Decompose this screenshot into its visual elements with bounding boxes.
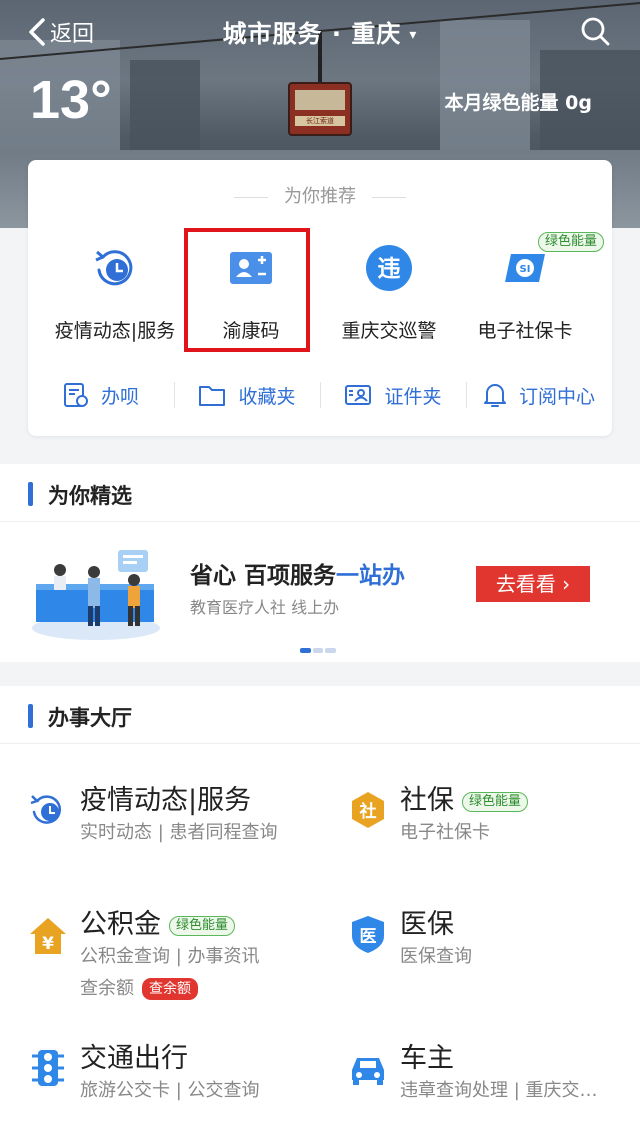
car-icon: [352, 1058, 384, 1085]
service-hall: 疫情动态|服务 实时动态 | 患者同程查询 社 社保 绿色能量 电子社保卡 ¥ 公…: [0, 744, 640, 1126]
tool-label: 办呗: [100, 385, 139, 408]
service-subtitle: 违章查询处理 | 重庆交…: [400, 1080, 598, 1101]
section-hall-header: 办事大厅: [0, 686, 640, 744]
service-subtitle: 公积金查询 | 办事资讯: [80, 946, 260, 967]
recommend-tile-epidemic[interactable]: 疫情动态|服务: [42, 238, 188, 348]
service-subtitle: 实时动态 | 患者同程查询: [80, 822, 278, 843]
carousel-indicator: [300, 648, 337, 653]
tool-label: 收藏夹: [238, 385, 296, 408]
tool-id-folder[interactable]: 证件夹: [320, 374, 466, 416]
go-see-button[interactable]: 去看看 ›: [476, 566, 590, 602]
service-subtitle: 电子社保卡: [400, 822, 490, 843]
service-shebao[interactable]: 社 社保 绿色能量 电子社保卡: [348, 778, 640, 858]
service-housing-fund[interactable]: ¥ 公积金 绿色能量 公积金查询 | 办事资讯 查余额 查余额: [28, 902, 328, 1002]
tool-label: 证件夹: [384, 385, 442, 408]
energy-value: 0g: [565, 92, 592, 114]
tile-label: 重庆交巡警: [341, 320, 437, 342]
section-title: 为你精选: [48, 484, 132, 508]
shebao-icon: 社: [352, 792, 384, 828]
svg-text:违: 违: [378, 256, 401, 282]
tool-subscription[interactable]: 订阅中心: [466, 374, 612, 416]
service-name: 疫情动态|服务: [80, 785, 252, 816]
energy-label: 本月绿色能量: [444, 92, 559, 114]
yuan-house-icon: ¥: [30, 918, 66, 954]
green-energy-badge: 绿色能量: [169, 915, 236, 936]
id-card-icon: [227, 244, 275, 292]
svg-text:¥: ¥: [42, 934, 54, 954]
tool-banbei[interactable]: 办呗: [28, 374, 174, 416]
caret-down-icon: ▾: [409, 27, 418, 43]
temperature: 13°: [30, 70, 112, 130]
doc-icon: [63, 383, 88, 407]
service-subtitle: 医保查询: [400, 946, 472, 967]
recommend-tile-yukangma[interactable]: 渝康码: [178, 238, 324, 348]
promo-banner[interactable]: 省心 百项服务一站办 教育医疗人社 线上办 去看看 ›: [0, 522, 640, 662]
green-energy-badge: 绿色能量: [462, 791, 529, 812]
promo-headline: 省心 百项服务一站办: [190, 563, 406, 589]
tile-label: 疫情动态|服务: [54, 320, 176, 342]
cable-car: 长江索道: [288, 82, 352, 136]
service-transportation[interactable]: 交通出行 旅游公交卡 | 公交查询: [28, 1036, 328, 1116]
medical-insurance-icon: 医: [352, 916, 384, 953]
clock-refresh-icon: [91, 244, 139, 292]
clock-refresh-icon: [30, 795, 62, 824]
section-title: 办事大厅: [48, 706, 132, 730]
city-selector[interactable]: 城市服务 · 重庆 ▾: [0, 14, 640, 49]
folder-icon: [199, 386, 226, 406]
recommend-card: 为你推荐 疫情动态|服务 渝康码 违 重庆交巡警 绿色能量 SI 电子社保卡 办…: [28, 160, 612, 436]
service-car-owner[interactable]: 车主 违章查询处理 | 重庆交…: [348, 1036, 624, 1116]
cable-car-sign: 长江索道: [295, 116, 345, 126]
search-icon[interactable]: [580, 16, 610, 46]
tool-label: 订阅中心: [518, 385, 595, 408]
building: [130, 60, 200, 150]
traffic-light-icon: [32, 1050, 64, 1086]
service-name: 交通出行: [80, 1043, 188, 1074]
page-title: 城市服务 · 重庆: [222, 20, 402, 48]
id-photo-icon: [345, 385, 372, 405]
svg-text:医: 医: [360, 927, 377, 947]
svg-text:SI: SI: [520, 264, 531, 275]
section-featured-header: 为你精选: [0, 464, 640, 522]
section-accent-bar: [28, 482, 33, 506]
service-name: 公积金 绿色能量: [80, 902, 236, 941]
svg-text:社: 社: [359, 801, 377, 822]
service-name: 车主: [400, 1043, 454, 1074]
green-energy-indicator[interactable]: 本月绿色能量 0g: [445, 88, 592, 115]
check-balance-badge: 查余额: [142, 978, 198, 1000]
bell-icon: [483, 384, 506, 407]
tool-favorites[interactable]: 收藏夹: [174, 374, 320, 416]
service-hall-illustration: [32, 550, 160, 640]
tile-label: 渝康码: [222, 320, 280, 342]
service-subtitle-2: 查余额 查余额: [80, 974, 198, 1000]
recommend-tile-social-card[interactable]: 绿色能量 SI 电子社保卡: [452, 232, 604, 348]
service-subtitle: 旅游公交卡 | 公交查询: [80, 1080, 260, 1101]
tile-label: 电子社保卡: [477, 320, 573, 342]
service-medical-insurance[interactable]: 医 医保 医保查询: [348, 902, 640, 982]
social-security-card-icon: SI: [501, 244, 549, 292]
recommend-title: 为你推荐: [28, 182, 612, 208]
section-accent-bar: [28, 704, 33, 728]
violation-icon: 违: [365, 244, 413, 292]
top-bar: 返回 城市服务 · 重庆 ▾: [0, 0, 640, 64]
tool-row: 办呗 收藏夹 证件夹 订阅中心: [28, 374, 612, 416]
recommend-tile-traffic-police[interactable]: 违 重庆交巡警: [316, 238, 462, 348]
promo-subtitle: 教育医疗人社 线上办: [190, 598, 340, 617]
service-name: 社保 绿色能量: [400, 778, 529, 817]
service-name: 医保: [400, 909, 454, 940]
service-epidemic[interactable]: 疫情动态|服务 实时动态 | 患者同程查询: [28, 778, 328, 858]
